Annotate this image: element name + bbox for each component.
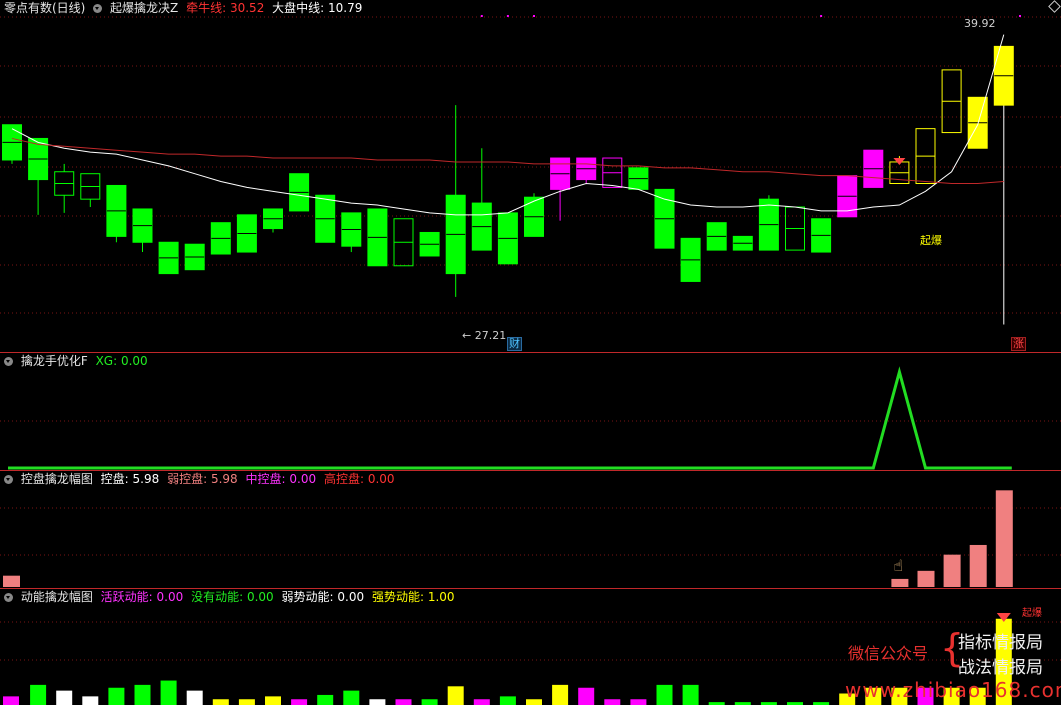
- watermark-site: www.zhibiao168.com: [845, 678, 1061, 702]
- control-panel-plot: ☝: [3, 490, 1013, 587]
- k3-value: 0.00: [289, 472, 317, 486]
- dropdown-icon[interactable]: [4, 357, 13, 366]
- k3-label: 中控盘:: [245, 472, 286, 486]
- momentum-bar: [291, 699, 308, 705]
- line2-label: 大盘中线:: [272, 1, 325, 15]
- momentum-bar: [552, 684, 569, 705]
- hand-cursor-icon: ☝: [893, 556, 903, 575]
- momentum-bar: [108, 687, 125, 705]
- d3-value: 0.00: [337, 590, 365, 604]
- momentum-bar: [682, 684, 699, 705]
- watermark-left: 微信公众号: [848, 644, 929, 663]
- control-bar: [891, 578, 909, 587]
- momentum-bar: [134, 684, 151, 705]
- top-marker: [1019, 15, 1021, 17]
- control-panel-title[interactable]: 控盘擒龙幅图: [21, 472, 93, 486]
- xg-panel-plot: [8, 366, 1012, 470]
- badge-cai[interactable]: 财: [507, 337, 522, 351]
- top-marker: [533, 15, 535, 17]
- dropdown-icon[interactable]: [4, 593, 13, 602]
- watermark-right1: 指标情报局: [958, 633, 1043, 653]
- main-header: 零点有数(日线) 起爆擒龙决Z 牵牛线: 30.52 大盘中线: 10.79: [4, 0, 366, 16]
- control-bar: [969, 544, 987, 587]
- momentum-bar: [447, 686, 464, 705]
- top-marker: [820, 15, 823, 17]
- d2-label: 没有动能:: [191, 590, 244, 604]
- momentum-bar: [395, 699, 412, 705]
- momentum-bar: [30, 684, 47, 705]
- momentum-bar: [421, 699, 438, 705]
- xg-panel-title[interactable]: 擒龙手优化F: [21, 354, 88, 368]
- momentum-bar: [343, 690, 360, 705]
- d2-value: 0.00: [246, 590, 274, 604]
- d4-label: 强势动能:: [371, 590, 424, 604]
- momentum-bar: [473, 699, 490, 705]
- momentum-bar: [578, 687, 595, 705]
- momentum-bar: [526, 699, 542, 705]
- dropdown-icon[interactable]: [93, 4, 103, 13]
- momentum-bar: [56, 690, 73, 705]
- momentum-bar: [82, 696, 99, 705]
- top-marker: [480, 15, 483, 17]
- main-markers: [480, 15, 1021, 166]
- momentum-bar: [186, 690, 203, 705]
- momentum-bar: [630, 699, 647, 705]
- d1-label: 活跃动能:: [100, 590, 153, 604]
- control-bar: [943, 554, 961, 587]
- high-price-label: 39.92: [964, 17, 996, 30]
- momentum-bar: [3, 696, 19, 705]
- stock-title: 零点有数(日线): [4, 1, 86, 15]
- momentum-top-label: 起爆: [1022, 608, 1042, 619]
- momentum-bar: [656, 684, 673, 705]
- d4-value: 1.00: [427, 590, 455, 604]
- low-price-label: 27.21: [474, 329, 507, 342]
- k2-label: 弱控盘:: [167, 472, 208, 486]
- control-bar: [917, 570, 935, 587]
- k4-value: 0.00: [367, 472, 395, 486]
- main-candles: [2, 45, 1014, 325]
- momentum-bar: [499, 696, 516, 705]
- badge-zhang[interactable]: 涨: [1011, 337, 1026, 351]
- k2-value: 5.98: [210, 472, 238, 486]
- momentum-bar: [238, 699, 255, 705]
- xg-panel-header: 擒龙手优化F XG: 0.00: [4, 353, 152, 369]
- d1-value: 0.00: [156, 590, 184, 604]
- momentum-bar: [212, 699, 229, 705]
- k1-value: 5.98: [132, 472, 160, 486]
- xg-line: [8, 366, 1012, 470]
- line1-label: 牵牛线:: [186, 1, 227, 15]
- control-panel-header: 控盘擒龙幅图 控盘: 5.98 弱控盘: 5.98 中控盘: 0.00 高控盘:…: [4, 471, 399, 487]
- signal-label: 起爆: [920, 234, 942, 247]
- main-indicator-name[interactable]: 起爆擒龙决Z: [110, 1, 178, 15]
- xg-value: 0.00: [120, 354, 148, 368]
- momentum-bar: [265, 696, 281, 705]
- k4-label: 高控盘:: [323, 472, 364, 486]
- momentum-bar: [160, 680, 177, 705]
- momentum-bar: [317, 694, 334, 705]
- dropdown-icon[interactable]: [4, 475, 13, 484]
- series-line-red: [11, 137, 1004, 184]
- momentum-panel-header: 动能擒龙幅图 活跃动能: 0.00 没有动能: 0.00 弱势动能: 0.00 …: [4, 589, 459, 605]
- momentum-bar: [604, 699, 621, 705]
- d3-label: 弱势动能:: [281, 590, 334, 604]
- low-price-arrow: ← 27.21: [462, 329, 507, 342]
- top-marker: [506, 15, 509, 17]
- control-bar: [3, 575, 20, 587]
- line1-value: 30.52: [229, 1, 265, 15]
- separator-1: [0, 352, 1061, 353]
- watermark-right2: 战法情报局: [958, 658, 1043, 678]
- xg-label: XG:: [95, 354, 118, 368]
- line2-value: 10.79: [328, 1, 363, 15]
- momentum-panel-title[interactable]: 动能擒龙幅图: [21, 590, 93, 604]
- momentum-bar: [369, 699, 386, 705]
- control-bar: [995, 490, 1013, 587]
- k1-label: 控盘:: [100, 472, 129, 486]
